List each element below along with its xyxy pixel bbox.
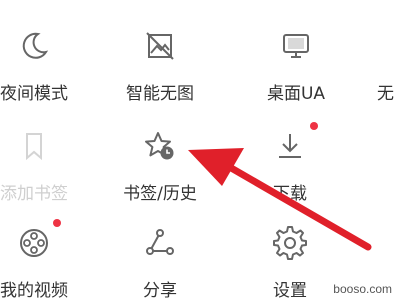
menu-item-smart-no-image[interactable]: 智能无图 [110, 10, 210, 110]
menu-item-add-bookmark[interactable]: 添加书签 [0, 110, 84, 210]
menu-item-bookmarks-history[interactable]: 书签/历史 [110, 110, 210, 210]
film-reel-icon [16, 225, 52, 261]
menu-item-label: 夜间模式 [0, 84, 68, 104]
menu-item-download[interactable]: 下载 [240, 110, 340, 210]
menu-item-share[interactable]: 分享 [110, 207, 210, 307]
no-image-icon [142, 28, 178, 64]
menu-item-my-videos[interactable]: 我的视频 [0, 207, 84, 307]
menu-item-settings[interactable]: 设置 [240, 207, 340, 307]
menu-item-label: 我的视频 [0, 281, 68, 301]
menu-item-label: 智能无图 [126, 84, 194, 104]
menu-item-label: 桌面UA [266, 84, 326, 104]
watermark: booso.com [333, 282, 392, 296]
menu-item-desktop-ua[interactable]: 桌面UA [246, 10, 346, 110]
bookmark-icon [16, 128, 52, 164]
gear-icon [272, 225, 308, 261]
star-clock-icon [142, 128, 178, 164]
menu-item-label: 分享 [143, 281, 177, 301]
notification-badge [53, 219, 61, 227]
menu-item-label: 设置 [273, 281, 307, 301]
menu-item-label: 无 [377, 84, 394, 104]
menu-item-label: 下载 [273, 184, 307, 204]
notification-badge [310, 122, 318, 130]
menu-item-label: 添加书签 [0, 184, 68, 204]
download-icon [272, 128, 308, 164]
menu-item-night-mode[interactable]: 夜间模式 [0, 10, 84, 110]
share-icon [142, 225, 178, 261]
menu-item-label: 书签/历史 [123, 184, 197, 204]
menu-item-partial[interactable]: 无 [348, 10, 400, 110]
moon-icon [16, 28, 52, 64]
desktop-monitor-icon [278, 28, 314, 64]
